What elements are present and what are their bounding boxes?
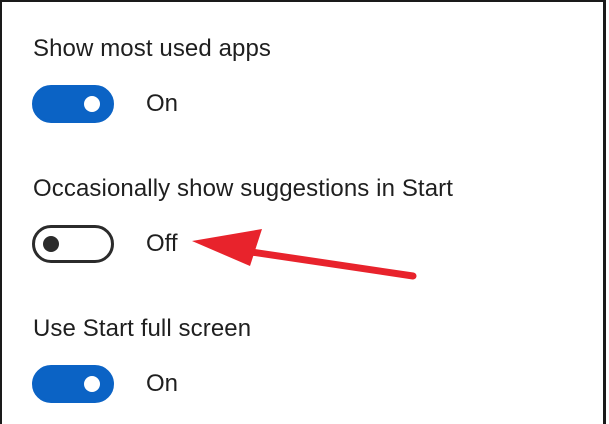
toggle-knob [84, 376, 100, 392]
toggle-knob [43, 236, 59, 252]
setting-row-start-full-screen: On [32, 364, 178, 404]
toggle-knob [84, 96, 100, 112]
toggle-suggestions-in-start[interactable] [32, 225, 114, 263]
toggle-state-most-used-apps: On [146, 90, 179, 117]
settings-panel: Show most used apps On Occasionally show… [0, 0, 606, 424]
setting-row-suggestions-in-start: Off [32, 224, 178, 264]
toggle-start-full-screen[interactable] [32, 365, 114, 403]
setting-label-start-full-screen: Use Start full screen [33, 315, 252, 342]
setting-label-suggestions-in-start: Occasionally show suggestions in Start [33, 175, 454, 202]
setting-row-most-used-apps: On [32, 84, 178, 124]
toggle-state-suggestions-in-start: Off [146, 230, 178, 257]
toggle-state-start-full-screen: On [146, 370, 179, 397]
toggle-most-used-apps[interactable] [32, 85, 114, 123]
setting-label-most-used-apps: Show most used apps [33, 35, 272, 62]
